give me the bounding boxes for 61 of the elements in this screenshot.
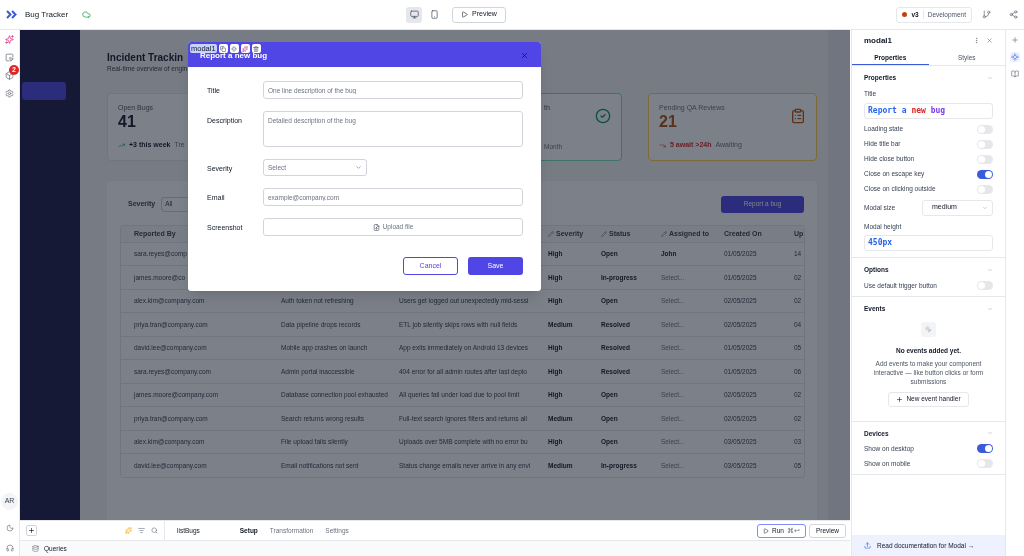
toggle-switch[interactable] [977,281,993,290]
phone-icon [429,10,439,19]
toggle-switch[interactable] [977,169,993,179]
sparkle-icon[interactable] [5,35,14,44]
plus-icon [896,395,904,403]
add-query-button[interactable] [26,525,37,536]
settings-icon[interactable] [5,89,14,98]
close-icon[interactable] [986,37,993,44]
branch-icon[interactable] [982,10,991,19]
trend-down-icon [659,142,666,149]
database-icon [32,545,39,552]
app-name: Bug Tracker [25,8,69,21]
code-field[interactable]: 450px [864,235,993,252]
chevron-icon [982,204,988,211]
chevron-icon[interactable] [987,305,993,312]
clipboard-icon [790,107,806,124]
monitor-icon [409,10,419,19]
logo-icon[interactable] [6,10,19,19]
pencil-icon [601,230,607,237]
close-icon[interactable] [520,51,529,60]
file-icon [372,223,380,231]
plus-icon [28,527,35,534]
desktop-view-button[interactable] [406,6,422,23]
modal-title: Report a new bug [200,51,268,62]
cloud-icon [82,10,92,19]
sparkle-icon[interactable] [240,44,250,53]
chevron-icon [355,164,362,171]
toggle-switch[interactable] [977,459,993,469]
upload-icon [864,542,871,549]
toggle-switch[interactable] [977,184,993,194]
search-icon[interactable] [151,527,158,534]
card-value: 41 [118,113,136,132]
toggle-switch[interactable] [977,154,993,164]
copy-icon[interactable] [218,44,228,53]
play-icon [762,527,769,534]
cursor-square-icon[interactable] [5,53,14,62]
moon-icon[interactable] [5,524,14,532]
box-icon[interactable] [5,71,14,80]
card-value: 21 [659,113,677,132]
chevron-icon[interactable] [987,430,993,437]
code-field[interactable]: Report a new bug [864,102,993,119]
cursor-click-icon [921,321,936,337]
headset-icon[interactable] [5,544,14,552]
chevron-icon[interactable] [987,74,993,81]
page-title: Incident Trackin [107,52,184,64]
trend-up-icon [118,142,125,149]
toggle-switch[interactable] [977,139,993,149]
component-name: modal1 [864,34,892,47]
filter-icon[interactable] [138,527,145,534]
pencil-icon [548,230,554,237]
trash-icon[interactable] [251,44,261,53]
toggle-switch[interactable] [977,444,993,454]
book-icon[interactable] [1011,70,1019,78]
share-icon[interactable] [1009,10,1018,19]
component-icon[interactable] [229,44,239,53]
pencil-icon [661,230,667,237]
check-circle-icon [595,107,611,124]
play-icon [461,11,468,18]
add-icon[interactable] [1011,36,1019,44]
toggle-switch[interactable] [977,124,993,134]
chevron-icon[interactable] [987,267,993,274]
